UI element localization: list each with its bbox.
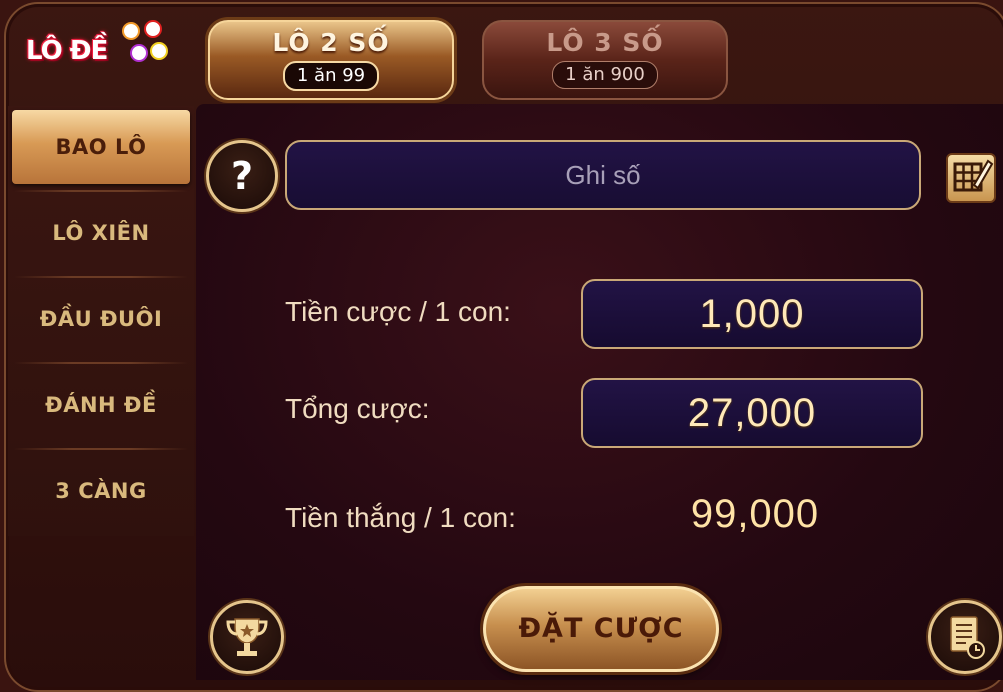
grid-pencil-icon <box>953 159 994 192</box>
lottery-ball-icon <box>150 42 168 60</box>
sidebar-divider <box>14 448 188 450</box>
tab-odds-badge: 1 ăn 900 <box>552 61 658 89</box>
tab-odds-badge: 1 ăn 99 <box>282 61 380 91</box>
leaderboard-button[interactable] <box>210 600 284 674</box>
sidebar: BAO LÔ LÔ XIÊN ĐẦU ĐUÔI ĐÁNH ĐỀ 3 CÀNG <box>8 106 194 536</box>
tab-lo-2-so[interactable]: LÔ 2 SỐ 1 ăn 99 <box>208 20 454 100</box>
question-icon: ? <box>230 154 254 198</box>
sidebar-divider <box>14 190 188 192</box>
sidebar-item-danh-de[interactable]: ĐÁNH ĐỀ <box>12 368 190 442</box>
history-button[interactable] <box>928 600 1002 674</box>
history-icon <box>950 616 985 659</box>
win-label: Tiền thắng / 1 con: <box>285 502 516 533</box>
number-grid-button[interactable] <box>946 153 996 203</box>
total-value-field: 27,000 <box>581 378 923 448</box>
sidebar-item-bao-lo[interactable]: BAO LÔ <box>12 110 190 184</box>
help-button[interactable]: ? <box>206 140 278 212</box>
tab-title: LÔ 2 SỐ <box>272 28 390 57</box>
logo-text: LÔ ĐỀ <box>26 36 108 66</box>
tab-title: LÔ 3 SỐ <box>546 28 664 57</box>
sidebar-divider <box>14 362 188 364</box>
sidebar-item-dau-duoi[interactable]: ĐẦU ĐUÔI <box>12 282 190 356</box>
lottery-ball-icon <box>122 22 140 40</box>
lo-de-logo: LÔ ĐỀ <box>26 20 168 84</box>
win-value: 99,000 <box>690 492 820 536</box>
stake-label: Tiền cược / 1 con: <box>285 296 511 327</box>
tab-lo-3-so[interactable]: LÔ 3 SỐ 1 ăn 900 <box>482 20 728 100</box>
place-bet-button[interactable]: ĐẶT CƯỢC <box>483 586 719 672</box>
sidebar-item-3-cang[interactable]: 3 CÀNG <box>12 454 190 528</box>
lottery-ball-icon <box>144 20 162 38</box>
stake-value-field[interactable]: 1,000 <box>581 279 923 349</box>
trophy-icon <box>226 618 268 656</box>
sidebar-item-lo-xien[interactable]: LÔ XIÊN <box>12 196 190 270</box>
lottery-ball-icon <box>130 44 148 62</box>
total-label: Tổng cược: <box>285 393 430 424</box>
number-input[interactable]: Ghi số <box>285 140 921 210</box>
sidebar-divider <box>14 276 188 278</box>
